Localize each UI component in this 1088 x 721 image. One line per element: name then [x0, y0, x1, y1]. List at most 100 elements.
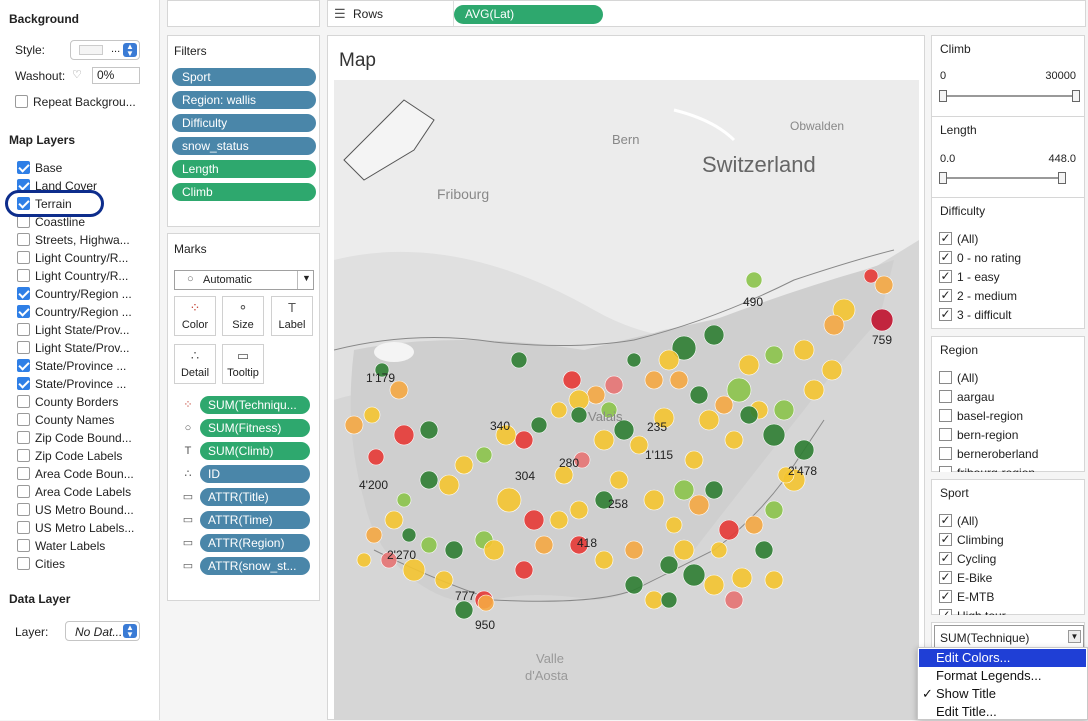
trail-mark[interactable]	[724, 590, 744, 610]
map-layer-item[interactable]: Streets, Highwa...	[17, 231, 130, 247]
trail-mark[interactable]	[570, 406, 588, 424]
trail-mark[interactable]	[718, 519, 740, 541]
map-canvas[interactable]: Bern Obwalden Switzerland Fribourg Valais Val…	[334, 80, 919, 720]
filter-pill[interactable]: Length	[172, 160, 316, 178]
region-option[interactable]: basel-region	[939, 407, 1023, 423]
trail-mark[interactable]	[401, 527, 417, 543]
length-slider-max-handle[interactable]	[1058, 172, 1066, 184]
difficulty-option[interactable]: ✓ 3 - difficult	[939, 306, 1011, 322]
sport-option[interactable]: ✓ Climbing	[939, 531, 1004, 547]
trail-mark[interactable]	[773, 399, 795, 421]
layer-dropdown[interactable]: No Dat... ▲ ▼	[65, 621, 140, 641]
trail-mark[interactable]	[523, 509, 545, 531]
trail-mark[interactable]	[475, 446, 493, 464]
map-layer-item[interactable]: Water Labels	[17, 537, 105, 553]
trail-mark[interactable]	[823, 314, 845, 336]
sport-option[interactable]: ✓ E-Bike	[939, 569, 992, 585]
trail-mark[interactable]	[624, 575, 644, 595]
trail-mark[interactable]	[665, 516, 683, 534]
trail-mark[interactable]	[821, 359, 843, 381]
trail-mark[interactable]	[704, 480, 724, 500]
region-option[interactable]: berneroberland	[939, 445, 1038, 461]
menu-item-format-legends[interactable]: Format Legends...	[919, 667, 1086, 685]
marks-field-pill[interactable]: SUM(Techniqu...	[200, 396, 310, 414]
trail-mark[interactable]	[744, 515, 764, 535]
map-layer-item[interactable]: County Names	[17, 411, 114, 427]
trail-mark[interactable]	[660, 591, 678, 609]
trail-mark[interactable]	[684, 450, 704, 470]
trail-mark[interactable]	[514, 560, 534, 580]
sport-option[interactable]: ✓ Cycling	[939, 550, 996, 566]
climb-slider-track[interactable]	[944, 95, 1076, 97]
washout-input[interactable]: 0%	[92, 67, 140, 84]
trail-mark[interactable]	[682, 563, 706, 587]
trail-mark[interactable]	[703, 324, 725, 346]
trail-mark[interactable]	[689, 385, 709, 405]
trail-mark[interactable]	[530, 416, 548, 434]
color-button[interactable]: ⁘ Color	[174, 296, 216, 336]
map-layer-item[interactable]: Zip Code Labels	[17, 447, 122, 463]
trail-mark[interactable]	[793, 339, 815, 361]
trail-mark[interactable]	[659, 555, 679, 575]
trail-mark[interactable]	[438, 474, 460, 496]
filter-pill[interactable]: Climb	[172, 183, 316, 201]
trail-mark[interactable]	[762, 423, 786, 447]
trail-mark[interactable]	[870, 308, 894, 332]
trail-mark[interactable]	[624, 540, 644, 560]
trail-mark[interactable]	[393, 424, 415, 446]
marks-field-pill[interactable]: SUM(Fitness)	[200, 419, 310, 437]
marks-field-pill[interactable]: ATTR(Region)	[200, 534, 310, 552]
trail-mark[interactable]	[754, 540, 774, 560]
trail-mark[interactable]	[703, 574, 725, 596]
map-layer-item[interactable]: Light Country/R...	[17, 249, 128, 265]
map-layer-item[interactable]: US Metro Labels...	[17, 519, 134, 535]
label-button[interactable]: T Label	[271, 296, 313, 336]
length-slider-min-handle[interactable]	[939, 172, 947, 184]
trail-mark[interactable]	[384, 510, 404, 530]
region-option[interactable]: aargau	[939, 388, 994, 404]
map-layer-item[interactable]: Country/Region ...	[17, 303, 132, 319]
marks-field-pill[interactable]: ATTR(snow_st...	[200, 557, 310, 575]
map-layer-item[interactable]: Cities	[17, 555, 65, 571]
trail-mark[interactable]	[764, 500, 784, 520]
trail-mark[interactable]	[569, 500, 589, 520]
marks-field-pill[interactable]: SUM(Climb)	[200, 442, 310, 460]
trail-mark[interactable]	[724, 430, 744, 450]
trail-mark[interactable]	[710, 541, 728, 559]
difficulty-option[interactable]: ✓ 0 - no rating	[939, 249, 1021, 265]
trail-mark[interactable]	[626, 352, 642, 368]
trail-mark[interactable]	[764, 345, 784, 365]
avg-lat-pill[interactable]: AVG(Lat)	[454, 5, 603, 24]
map-layer-item[interactable]: Base	[17, 159, 62, 175]
map-layer-item[interactable]: State/Province ...	[17, 375, 126, 391]
trail-mark[interactable]	[738, 354, 760, 376]
difficulty-option[interactable]: ✓ 2 - medium	[939, 287, 1017, 303]
region-option[interactable]: bern-region	[939, 426, 1018, 442]
trail-mark[interactable]	[496, 487, 522, 513]
map-layer-item[interactable]: US Metro Bound...	[17, 501, 134, 517]
trail-mark[interactable]	[562, 370, 582, 390]
difficulty-option[interactable]: ✓ (All)	[939, 230, 978, 246]
difficulty-option[interactable]: ✓ 1 - easy	[939, 268, 1000, 284]
menu-item-edit-colors[interactable]: Edit Colors...	[919, 649, 1086, 667]
trail-mark[interactable]	[363, 406, 381, 424]
trail-mark[interactable]	[643, 489, 665, 511]
trail-mark[interactable]	[483, 539, 505, 561]
sport-option[interactable]: ✓ E-MTB	[939, 588, 994, 604]
trail-mark[interactable]	[367, 448, 385, 466]
climb-slider-min-handle[interactable]	[939, 90, 947, 102]
tooltip-button[interactable]: ▭ Tooltip	[222, 344, 264, 384]
trail-mark[interactable]	[434, 570, 454, 590]
trail-mark[interactable]	[764, 570, 784, 590]
detail-button[interactable]: ∴ Detail	[174, 344, 216, 384]
trail-mark[interactable]	[644, 370, 664, 390]
menu-item-edit-title[interactable]: Edit Title...	[919, 703, 1086, 721]
sport-option[interactable]: ✓ High tour	[939, 607, 1006, 615]
trail-mark[interactable]	[514, 430, 534, 450]
trail-mark[interactable]	[673, 539, 695, 561]
map-layer-item[interactable]: Zip Code Bound...	[17, 429, 132, 445]
trail-mark[interactable]	[669, 370, 689, 390]
trail-mark[interactable]	[402, 558, 426, 582]
map-layer-item[interactable]: County Borders	[17, 393, 118, 409]
trail-mark[interactable]	[586, 385, 606, 405]
